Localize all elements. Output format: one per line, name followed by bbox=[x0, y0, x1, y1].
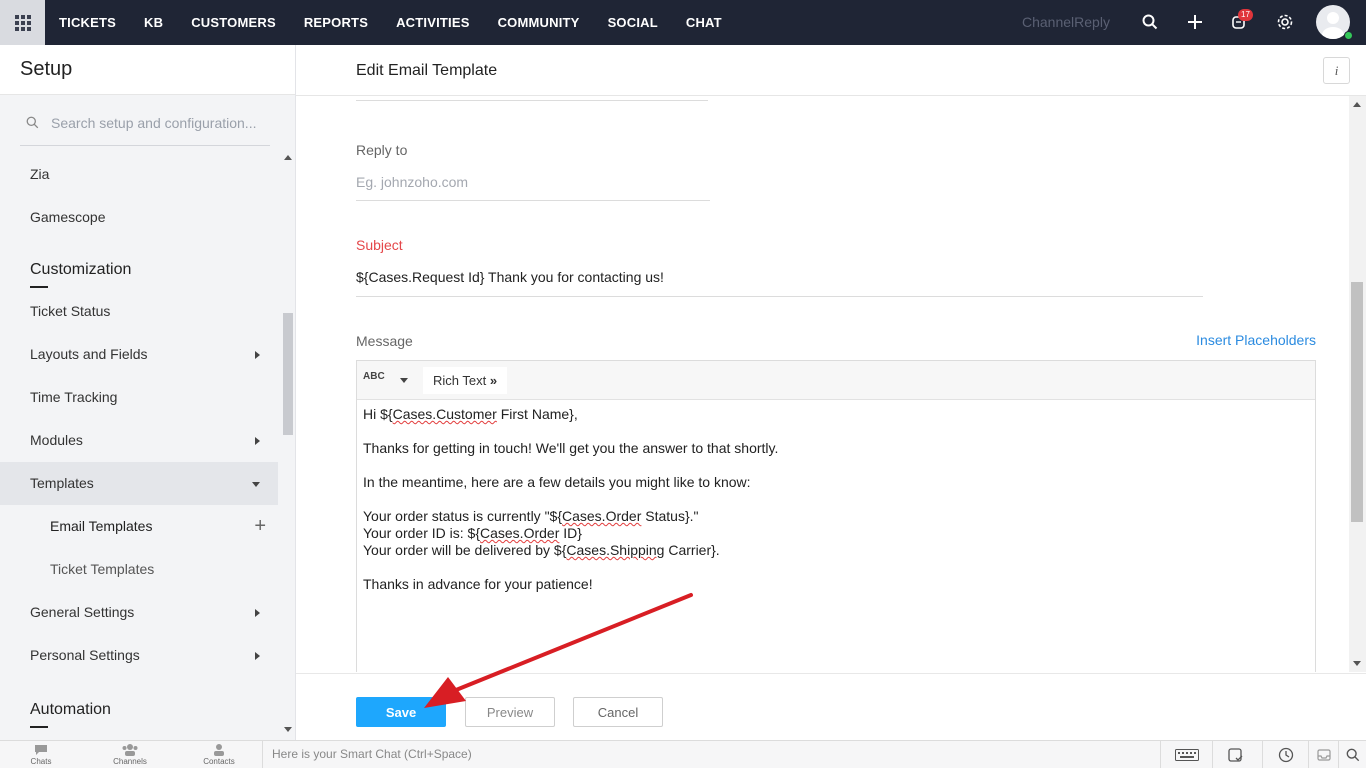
double-chevron-right-icon: » bbox=[489, 373, 498, 388]
smart-chat-input[interactable]: Here is your Smart Chat (Ctrl+Space) bbox=[262, 741, 1160, 768]
nav-tickets[interactable]: TICKETS bbox=[45, 0, 130, 45]
search-icon bbox=[26, 116, 39, 129]
sidebar-item-gamescope[interactable]: Gamescope bbox=[0, 196, 278, 239]
search-icon[interactable] bbox=[1338, 741, 1366, 768]
apps-grid-icon bbox=[14, 14, 31, 31]
main-scrollbar[interactable] bbox=[1349, 96, 1366, 672]
sidebar-item-time-tracking[interactable]: Time Tracking bbox=[0, 376, 278, 419]
setup-sidebar: Setup Search setup and configuration... … bbox=[0, 45, 296, 740]
scroll-up-icon[interactable] bbox=[284, 155, 292, 160]
sidebar-item-layouts-and-fields[interactable]: Layouts and Fields bbox=[0, 333, 278, 376]
nav-reports[interactable]: REPORTS bbox=[290, 0, 382, 45]
sidebar-item-zia[interactable]: Zia bbox=[0, 153, 278, 196]
gear-icon[interactable] bbox=[1274, 11, 1296, 33]
reply-to-input[interactable]: Eg. johnzoho.com bbox=[356, 174, 468, 190]
nav-chat[interactable]: CHAT bbox=[672, 0, 736, 45]
info-button[interactable]: i bbox=[1323, 57, 1350, 84]
scrollbar-thumb[interactable] bbox=[1351, 282, 1363, 522]
editor-toolbar: ABC Rich Text » bbox=[357, 361, 1315, 400]
nav-community[interactable]: COMMUNITY bbox=[484, 0, 594, 45]
message-line: Your order status is currently "${Cases.… bbox=[363, 508, 699, 524]
scrollbar-thumb[interactable] bbox=[283, 313, 293, 435]
message-line: Thanks in advance for your patience! bbox=[363, 576, 593, 592]
chevron-down-icon bbox=[252, 482, 260, 487]
message-line: Your order will be delivered by ${Cases.… bbox=[363, 542, 720, 558]
subject-label: Subject bbox=[356, 237, 403, 253]
edit-template-form: Reply to Eg. johnzoho.com Subject ${Case… bbox=[296, 96, 1348, 672]
sidebar-item-ticket-status[interactable]: Ticket Status bbox=[0, 290, 278, 333]
apps-grid-button[interactable] bbox=[0, 0, 45, 45]
chat-bubble-icon bbox=[35, 745, 47, 755]
setup-menu: Zia Gamescope Customization Ticket Statu… bbox=[0, 153, 278, 728]
keyboard-icon[interactable] bbox=[1160, 741, 1212, 768]
add-email-template-icon[interactable]: + bbox=[254, 505, 266, 548]
chevron-right-icon bbox=[255, 609, 260, 617]
section-underline bbox=[30, 726, 48, 728]
cancel-button[interactable]: Cancel bbox=[573, 697, 663, 727]
field-underline bbox=[356, 296, 1203, 297]
chevron-down-icon[interactable] bbox=[400, 378, 408, 383]
add-icon[interactable] bbox=[1184, 11, 1206, 33]
reply-to-label: Reply to bbox=[356, 142, 408, 158]
preview-button[interactable]: Preview bbox=[465, 697, 555, 727]
form-actions: Save Preview Cancel bbox=[296, 673, 1366, 740]
sidebar-item-personal-settings[interactable]: Personal Settings bbox=[0, 634, 278, 677]
bottom-channels[interactable]: Channels bbox=[110, 743, 150, 766]
sidebar-item-modules[interactable]: Modules bbox=[0, 419, 278, 462]
nav-activities[interactable]: ACTIVITIES bbox=[382, 0, 484, 45]
message-line: Thanks for getting in touch! We'll get y… bbox=[363, 440, 779, 456]
inbox-icon[interactable] bbox=[1308, 741, 1338, 768]
person-icon bbox=[214, 744, 224, 756]
scroll-up-icon[interactable] bbox=[1353, 102, 1361, 107]
notification-badge: 17 bbox=[1238, 9, 1253, 21]
group-icon bbox=[122, 744, 138, 756]
subject-input[interactable]: ${Cases.Request Id} Thank you for contac… bbox=[356, 269, 664, 285]
sidebar-item-ticket-templates[interactable]: Ticket Templates bbox=[0, 548, 278, 591]
section-underline bbox=[30, 286, 48, 288]
field-underline bbox=[356, 100, 708, 101]
section-automation: Automation bbox=[0, 677, 278, 728]
chevron-right-icon bbox=[255, 351, 260, 359]
sidebar-item-email-templates[interactable]: Email Templates + bbox=[0, 505, 278, 548]
message-body[interactable]: Hi ${Cases.Customer First Name}, Thanks … bbox=[357, 400, 1315, 599]
task-icon[interactable] bbox=[1212, 741, 1258, 768]
chevron-right-icon bbox=[255, 652, 260, 660]
scroll-down-icon[interactable] bbox=[284, 727, 292, 732]
save-button[interactable]: Save bbox=[356, 697, 446, 727]
clock-icon[interactable] bbox=[1262, 741, 1308, 768]
sidebar-item-general-settings[interactable]: General Settings bbox=[0, 591, 278, 634]
rich-text-toggle[interactable]: Rich Text » bbox=[423, 367, 508, 394]
insert-placeholders-link[interactable]: Insert Placeholders bbox=[1196, 332, 1316, 348]
nav-customers[interactable]: CUSTOMERS bbox=[177, 0, 290, 45]
brand-name: ChannelReply bbox=[1022, 14, 1110, 30]
message-line: Your order ID is: ${Cases.Order ID} bbox=[363, 525, 582, 541]
main-header: Edit Email Template i bbox=[296, 45, 1366, 96]
sidebar-item-templates[interactable]: Templates bbox=[0, 462, 278, 505]
message-editor[interactable]: ABC Rich Text » Hi ${Cases.Customer Firs… bbox=[356, 360, 1316, 672]
bottom-contacts[interactable]: Contacts bbox=[199, 743, 239, 766]
bottom-bar: Chats Channels Contacts Here is your Sma… bbox=[0, 740, 1366, 768]
message-line: In the meantime, here are a few details … bbox=[363, 474, 751, 490]
online-status-dot bbox=[1344, 31, 1353, 40]
search-placeholder: Search setup and configuration... bbox=[51, 114, 257, 131]
message-line: Hi ${Cases.Customer First Name}, bbox=[363, 406, 578, 422]
message-label: Message bbox=[356, 333, 413, 349]
page-title: Edit Email Template bbox=[356, 62, 498, 79]
chevron-right-icon bbox=[255, 437, 260, 445]
bottom-chats[interactable]: Chats bbox=[21, 743, 61, 766]
nav-social[interactable]: SOCIAL bbox=[594, 0, 672, 45]
nav-kb[interactable]: KB bbox=[130, 0, 177, 45]
field-underline bbox=[356, 200, 710, 201]
spellcheck-icon[interactable]: ABC bbox=[363, 371, 385, 382]
search-icon[interactable] bbox=[1139, 11, 1161, 33]
sidebar-scrollbar[interactable] bbox=[281, 153, 294, 736]
sidebar-title: Setup bbox=[0, 45, 295, 95]
section-customization: Customization bbox=[0, 239, 278, 290]
scroll-down-icon[interactable] bbox=[1353, 661, 1361, 666]
top-navigation-bar: TICKETS KB CUSTOMERS REPORTS ACTIVITIES … bbox=[0, 0, 1366, 45]
setup-search-input[interactable]: Search setup and configuration... bbox=[20, 100, 270, 146]
